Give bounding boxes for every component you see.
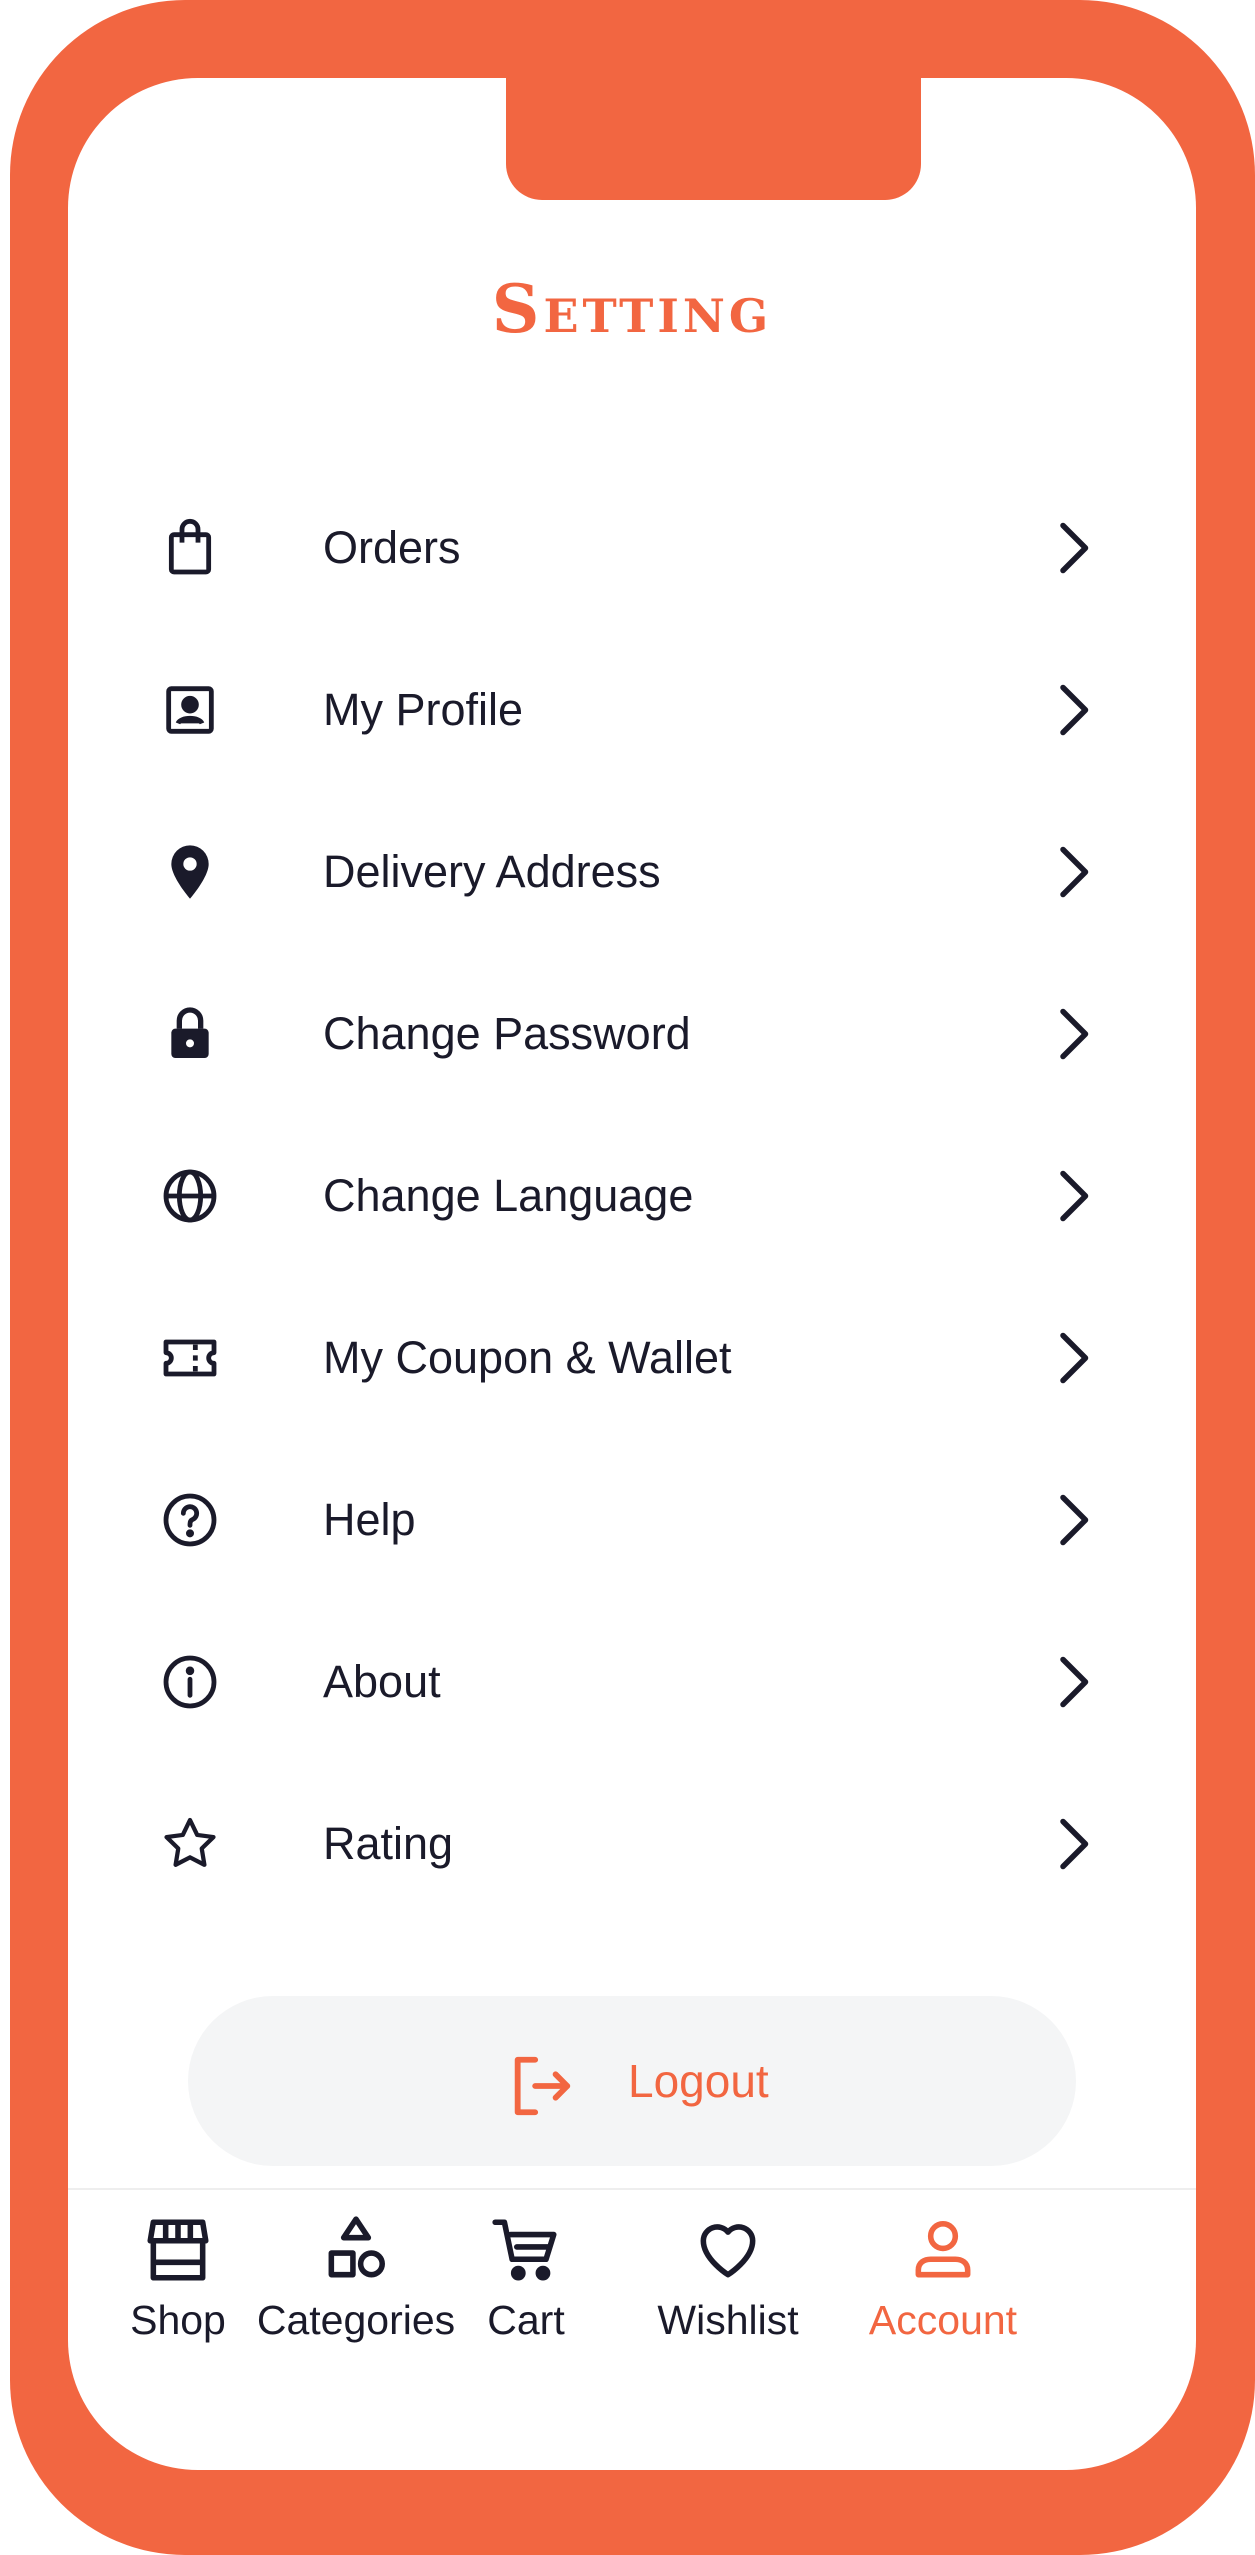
menu-item-delivery-address[interactable]: Delivery Address xyxy=(68,807,1196,937)
app-screen: Setting Orders My Profile Delivery Addre… xyxy=(68,78,1196,2470)
menu-item-label: Rating xyxy=(323,1818,454,1869)
page-title: Setting xyxy=(491,270,773,348)
menu-item-orders[interactable]: Orders xyxy=(68,483,1196,613)
store-icon xyxy=(147,2219,209,2281)
logout-label: Logout xyxy=(628,2055,769,2107)
nav-item-account[interactable]: Account xyxy=(838,2213,1048,2363)
menu-item-label: My Profile xyxy=(323,684,524,735)
location-pin-icon xyxy=(158,840,222,904)
menu-item-label: Change Language xyxy=(323,1170,694,1221)
nav-item-wishlist[interactable]: Wishlist xyxy=(628,2213,828,2363)
phone-notch xyxy=(506,78,921,200)
chevron-right-icon xyxy=(1043,842,1103,902)
heart-icon xyxy=(700,2224,756,2278)
shopping-bag-icon xyxy=(158,516,222,580)
menu-item-label: Orders xyxy=(323,522,461,573)
menu-item-label: About xyxy=(323,1656,441,1707)
shapes-icon xyxy=(328,2216,385,2278)
cart-icon xyxy=(492,2219,557,2281)
menu-item-label: Delivery Address xyxy=(323,846,661,897)
chevron-right-icon xyxy=(1043,518,1103,578)
menu-item-about[interactable]: About xyxy=(68,1617,1196,1747)
lock-icon xyxy=(158,1002,222,1066)
menu-item-rating[interactable]: Rating xyxy=(68,1779,1196,1909)
nav-label: Wishlist xyxy=(657,2297,799,2343)
chevron-right-icon xyxy=(1043,1328,1103,1388)
ticket-icon xyxy=(158,1326,222,1390)
nav-divider xyxy=(68,2188,1196,2190)
logout-icon xyxy=(506,2051,576,2121)
menu-item-coupon-wallet[interactable]: My Coupon & Wallet xyxy=(68,1293,1196,1423)
chevron-right-icon xyxy=(1043,1652,1103,1712)
menu-item-label: My Coupon & Wallet xyxy=(323,1332,732,1383)
chevron-right-icon xyxy=(1043,1814,1103,1874)
profile-card-icon xyxy=(158,678,222,742)
chevron-right-icon xyxy=(1043,1166,1103,1226)
menu-item-label: Help xyxy=(323,1494,416,1545)
menu-item-my-profile[interactable]: My Profile xyxy=(68,645,1196,775)
bottom-nav: Shop Categories Cart Wishlist Account xyxy=(68,2213,1196,2363)
chevron-right-icon xyxy=(1043,1004,1103,1064)
user-icon xyxy=(915,2221,971,2278)
menu-item-label: Change Password xyxy=(323,1008,691,1059)
menu-item-change-password[interactable]: Change Password xyxy=(68,969,1196,1099)
menu-item-help[interactable]: Help xyxy=(68,1455,1196,1585)
nav-item-cart[interactable]: Cart xyxy=(446,2213,606,2363)
chevron-right-icon xyxy=(1043,1490,1103,1550)
phone-frame: Setting Orders My Profile Delivery Addre… xyxy=(10,0,1255,2555)
chevron-right-icon xyxy=(1043,680,1103,740)
nav-label: Cart xyxy=(487,2297,565,2343)
help-circle-icon xyxy=(158,1488,222,1552)
nav-label: Account xyxy=(868,2297,1018,2343)
star-icon xyxy=(158,1812,222,1876)
logout-button[interactable]: Logout xyxy=(188,1996,1076,2166)
globe-icon xyxy=(158,1164,222,1228)
menu-item-change-language[interactable]: Change Language xyxy=(68,1131,1196,1261)
info-circle-icon xyxy=(158,1650,222,1714)
